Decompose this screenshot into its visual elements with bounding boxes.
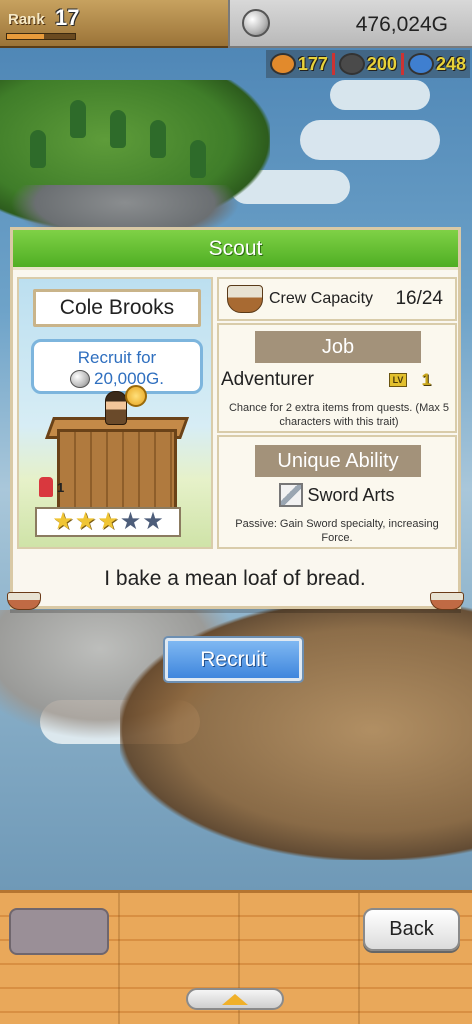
recruit-button-label: Recruit	[200, 647, 267, 671]
back-button-label: Back	[389, 918, 434, 940]
star-filled-icon: ★	[74, 508, 97, 535]
crew-capacity-label: Crew Capacity	[269, 290, 374, 307]
scout-dialog: Scout Cole Brooks Recruit for 20,000G. 1…	[7, 227, 464, 610]
rank-panel: Rank 17	[0, 0, 228, 48]
food-icon	[269, 53, 296, 75]
ability-name: Sword Arts	[307, 484, 395, 505]
rank-progress-fill	[7, 34, 45, 39]
star-empty-icon: ★	[142, 508, 164, 535]
tree	[110, 110, 126, 148]
star-empty-icon: ★	[119, 508, 142, 535]
job-name: Adventurer	[221, 369, 314, 390]
ship-ornament-icon	[430, 592, 464, 610]
ability-header-label: Unique Ability	[277, 449, 399, 472]
resource-ore: 200	[338, 53, 397, 75]
tree	[30, 130, 46, 168]
character-quote-box: I bake a mean loaf of bread.	[17, 556, 453, 602]
sword-icon	[279, 483, 304, 507]
back-button[interactable]: Back	[363, 908, 460, 951]
star-filled-icon: ★	[97, 508, 119, 535]
cloud	[330, 80, 430, 110]
expand-menu-button[interactable]	[186, 988, 284, 1010]
rank-value: 17	[55, 5, 80, 30]
food-value: 177	[297, 53, 328, 74]
dialog-title-bar: Scout	[13, 230, 458, 270]
recruit-button[interactable]: Recruit	[165, 638, 302, 681]
rank-flag-icon	[39, 477, 53, 497]
ore-value: 200	[366, 53, 397, 74]
character-portrait-panel: Cole Brooks Recruit for 20,000G. 1 ★ ★ ★ ★ ★	[17, 277, 213, 549]
character-name-box: Cole Brooks	[33, 289, 201, 327]
character-quote: I bake a mean loaf of bread.	[104, 567, 366, 590]
tree	[150, 120, 166, 158]
resource-gem: 248	[407, 53, 466, 75]
money-bag-icon	[70, 370, 91, 388]
recruit-cost-row: 20,000G.	[34, 369, 200, 389]
ability-section: Unique Ability Sword Arts Passive: Gain …	[217, 435, 457, 549]
ore-icon	[338, 53, 365, 75]
ship-ornament-icon	[7, 592, 41, 610]
tree	[190, 140, 206, 178]
divider	[331, 53, 335, 75]
resource-food: 177	[269, 53, 328, 75]
character-name: Cole Brooks	[59, 296, 175, 319]
crew-capacity-row: Crew Capacity 16/24	[217, 277, 457, 321]
tree	[70, 100, 86, 138]
star-rating: ★ ★ ★ ★ ★	[35, 507, 181, 537]
job-section: Job Adventurer LV 1 Chance for 2 extra i…	[217, 323, 457, 433]
character-info-panel: Crew Capacity 16/24 Job Adventurer LV 1 …	[217, 277, 457, 549]
gold-value: 476,024G	[355, 13, 448, 36]
job-header-label: Job	[321, 335, 355, 358]
empty-button-slot	[9, 908, 109, 955]
ability-description: Passive: Gain Sword specialty, increasin…	[235, 518, 439, 544]
gold-panel: 476,024G	[228, 0, 472, 48]
job-header: Job	[255, 331, 421, 363]
ability-header: Unique Ability	[255, 445, 421, 477]
recruit-cost-bubble: Recruit for 20,000G.	[31, 339, 203, 394]
ship-icon	[227, 285, 263, 313]
job-description: Chance for 2 extra items from quests. (M…	[228, 402, 450, 428]
star-filled-icon: ★	[52, 508, 74, 535]
gem-icon	[407, 53, 434, 75]
resource-bar: 177 200 248	[265, 50, 470, 78]
job-level: 1	[421, 370, 431, 389]
rank-progress-bar	[6, 33, 76, 40]
rank-badge-value: 1	[57, 480, 65, 495]
crew-capacity-value: 16/24	[395, 288, 443, 309]
ability-name-row: Sword Arts	[219, 483, 455, 507]
character-sprite	[105, 391, 127, 425]
bottom-bar: Back	[0, 890, 472, 1024]
up-arrow-icon	[222, 993, 248, 1005]
gold-coin-icon	[125, 385, 147, 407]
money-bag-icon	[242, 9, 270, 37]
dialog-title: Scout	[208, 236, 263, 260]
gem-value: 248	[435, 53, 466, 74]
cloud	[300, 120, 440, 160]
rank-label: Rank	[8, 11, 45, 28]
divider	[400, 53, 404, 75]
level-badge-icon: LV	[389, 373, 407, 387]
recruit-cost-label: Recruit for	[77, 348, 157, 367]
lookout-tower	[57, 429, 177, 519]
